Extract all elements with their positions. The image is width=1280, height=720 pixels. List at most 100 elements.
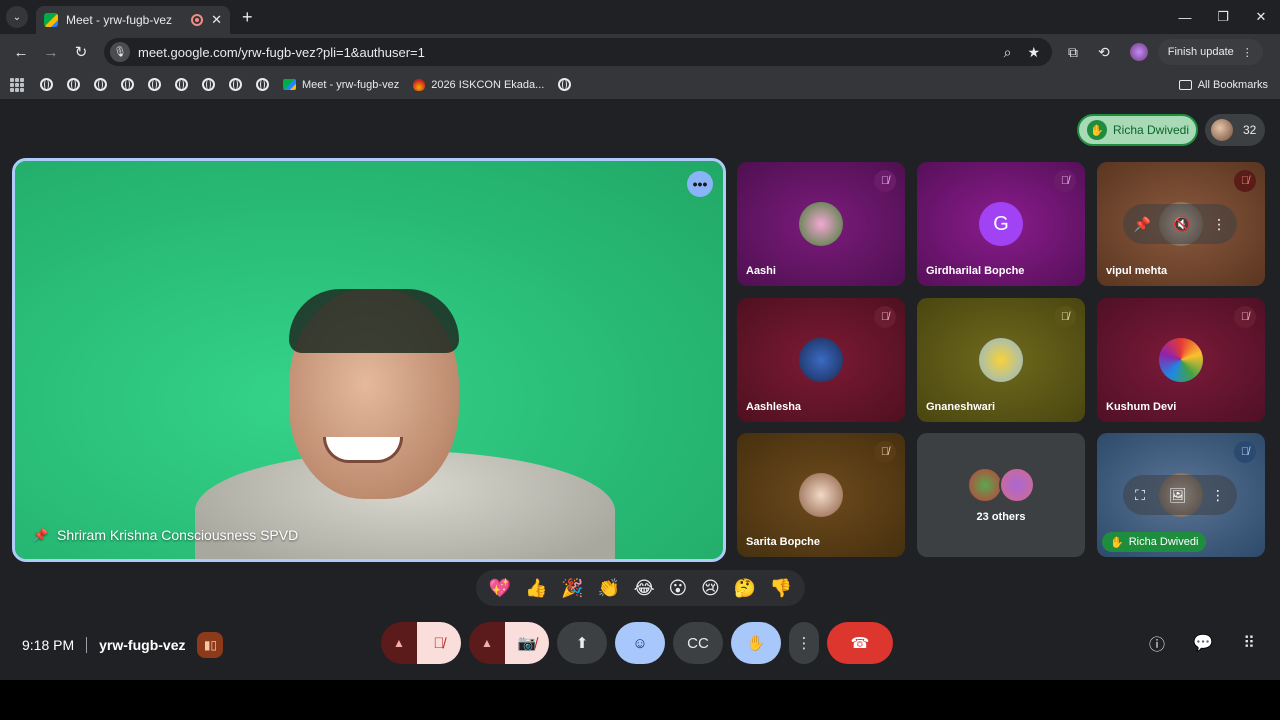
participant-avatar [799,338,843,382]
more-options-icon[interactable]: ••• [687,171,713,197]
kebab-menu-icon[interactable]: ⋮ [1242,46,1253,59]
all-bookmarks-label: All Bookmarks [1197,78,1268,91]
profile-avatar-icon[interactable] [1129,43,1148,61]
audio-settings-caret-icon[interactable]: ▲ [381,622,417,664]
browser-tab-meet[interactable]: Meet - yrw-fugb-vez ✕ [36,6,230,34]
bookmark-globe-icon[interactable] [202,78,215,91]
bookmark-iskcon[interactable]: 2026 ISKCON Ekada... [413,78,544,91]
mute-icon[interactable]: 🔇 [1173,216,1190,233]
raised-hand-name: Richa Dwivedi [1113,123,1190,137]
others-tile[interactable]: 23 others [917,433,1085,557]
video-settings-caret-icon[interactable]: ▲ [469,622,505,664]
participant-name: Aashlesha [746,401,802,413]
extensions-icon[interactable]: ⧉ [1068,44,1078,61]
participant-tile[interactable]: 🎙̸ Aashi [737,162,905,286]
url-text[interactable]: meet.google.com/yrw-fugb-vez?pli=1&authu… [138,45,996,60]
speaker-video [245,289,495,559]
reaction-party-popper[interactable]: 🎉 [561,578,583,599]
mic-off-icon: 🎙̸ [1054,170,1076,192]
tile-hover-controls: ⛶ 🖼 ⋮ [1123,475,1237,515]
bookmark-globe-icon[interactable] [229,78,242,91]
bookmark-globe-icon[interactable] [148,78,161,91]
maximize-icon[interactable]: ❐ [1204,0,1242,34]
others-count-label: 23 others [976,511,1026,523]
apps-grid-icon[interactable] [10,77,24,92]
present-screen-button[interactable]: ⬆ [557,622,607,664]
reaction-crying[interactable]: 😢 [701,578,720,599]
finish-update-button[interactable]: Finish update ⋮ [1157,39,1263,65]
more-vert-icon[interactable]: ⋮ [1212,216,1226,233]
zoom-icon[interactable]: ⌕ [1004,44,1012,61]
new-tab-icon[interactable]: + [242,7,253,28]
reaction-sparkling-heart[interactable]: 💖 [489,578,511,599]
bookmark-meet-label: Meet - yrw-fugb-vez [302,78,400,91]
chat-icon[interactable]: 💬 [1192,632,1214,654]
reaction-laughing[interactable]: 😂 [634,578,655,599]
browser-tabbar: ⌄ Meet - yrw-fugb-vez ✕ + — ❐ ✕ [0,0,1280,34]
participant-tile[interactable]: 🎙̸ Kushum Devi [1097,298,1265,422]
participant-tile[interactable]: 🎙̸ G Girdharilal Bopche [917,162,1085,286]
participants-chip[interactable]: 32 [1205,114,1265,146]
folder-icon [1178,79,1192,90]
participant-tile[interactable]: 🎙̸ 📌 🔇 ⋮ vipul mehta [1097,162,1265,286]
camera-off-button[interactable]: 📷̸ [505,622,549,664]
frame-icon[interactable]: ⛶ [1135,487,1145,504]
reaction-thumbs-down[interactable]: 👎 [770,578,792,599]
tab-search-icon[interactable]: ⌄ [6,6,28,28]
host-controls-icon[interactable]: ▮▯ [197,632,224,658]
raised-hand-badge: ✋ Richa Dwivedi [1102,532,1207,552]
reaction-clapping[interactable]: 👏 [597,578,619,599]
bookmark-globe-icon[interactable] [558,78,572,91]
leave-call-button[interactable]: ☎ [827,622,893,664]
mic-off-icon: 🎙̸ [874,441,896,463]
finish-update-label: Finish update [1167,46,1234,58]
close-window-icon[interactable]: ✕ [1242,0,1280,34]
mic-off-button[interactable]: 🎙̸ [417,622,461,664]
back-icon[interactable]: ← [8,39,34,65]
meet-favicon-icon [283,79,296,90]
more-options-button[interactable]: ⋮ [789,622,819,664]
site-info-icon[interactable]: 🎙 [110,42,130,62]
participant-avatar [979,338,1023,382]
meet-stage: ✋ Richa Dwivedi 32 ••• 📌 Shriram Krishna… [0,100,1280,680]
forward-icon[interactable]: → [38,39,64,65]
self-tile[interactable]: 🎙̸ ⛶ 🖼 ⋮ ✋ Richa Dwivedi [1097,433,1265,557]
pin-icon[interactable]: 📌 [1134,216,1151,233]
bookmark-globe-icon[interactable] [67,78,80,91]
media-control-icon[interactable]: ⟲ [1098,44,1110,61]
meet-favicon-icon [44,13,58,27]
more-vert-icon[interactable]: ⋮ [1211,487,1225,504]
mic-control-group: ▲ 🎙̸ [381,622,461,664]
reaction-surprised[interactable]: 😮 [668,578,687,599]
participant-name: Girdharilal Bopche [926,265,1025,277]
reaction-thinking[interactable]: 🤔 [734,578,756,599]
bookmark-globe-icon[interactable] [40,78,53,91]
close-tab-icon[interactable]: ✕ [211,12,222,28]
participant-avatar [799,473,843,517]
raised-hand-chip[interactable]: ✋ Richa Dwivedi [1077,114,1198,146]
activities-grid-icon[interactable]: ⠿ [1238,632,1260,654]
address-bar[interactable]: 🎙 meet.google.com/yrw-fugb-vez?pli=1&aut… [104,38,1052,66]
meeting-info: 9:18 PM yrw-fugb-vez ▮▯ [22,632,224,658]
bookmark-meet[interactable]: Meet - yrw-fugb-vez [283,79,399,91]
bookmark-star-icon[interactable]: ★ [1027,44,1040,61]
emoji-reactions-button[interactable]: ☺ [615,622,665,664]
bookmarks-bar: Meet - yrw-fugb-vez 2026 ISKCON Ekada...… [0,70,1280,100]
reload-icon[interactable]: ↻ [68,39,94,65]
participant-tile[interactable]: 🎙̸ Aashlesha [737,298,905,422]
info-icon[interactable]: ⓘ [1146,632,1168,654]
effects-icon[interactable]: 🖼 [1169,487,1187,504]
bookmark-globe-icon[interactable] [121,78,134,91]
raise-hand-button[interactable]: ✋ [731,622,781,664]
reaction-thumbs-up[interactable]: 👍 [525,578,547,599]
participant-tile[interactable]: 🎙̸ Gnaneshwari [917,298,1085,422]
bookmark-globe-icon[interactable] [175,78,188,91]
participant-tile[interactable]: 🎙̸ Sarita Bopche [737,433,905,557]
bookmark-globe-icon[interactable] [256,78,269,91]
bookmark-globe-icon[interactable] [94,78,107,91]
captions-button[interactable]: CC [673,622,723,664]
main-speaker-tile[interactable]: ••• 📌 Shriram Krishna Consciousness SPVD [12,158,726,562]
all-bookmarks[interactable]: All Bookmarks [1178,78,1268,91]
minimize-icon[interactable]: — [1166,0,1204,34]
mic-off-icon: 🎙̸ [874,306,896,328]
